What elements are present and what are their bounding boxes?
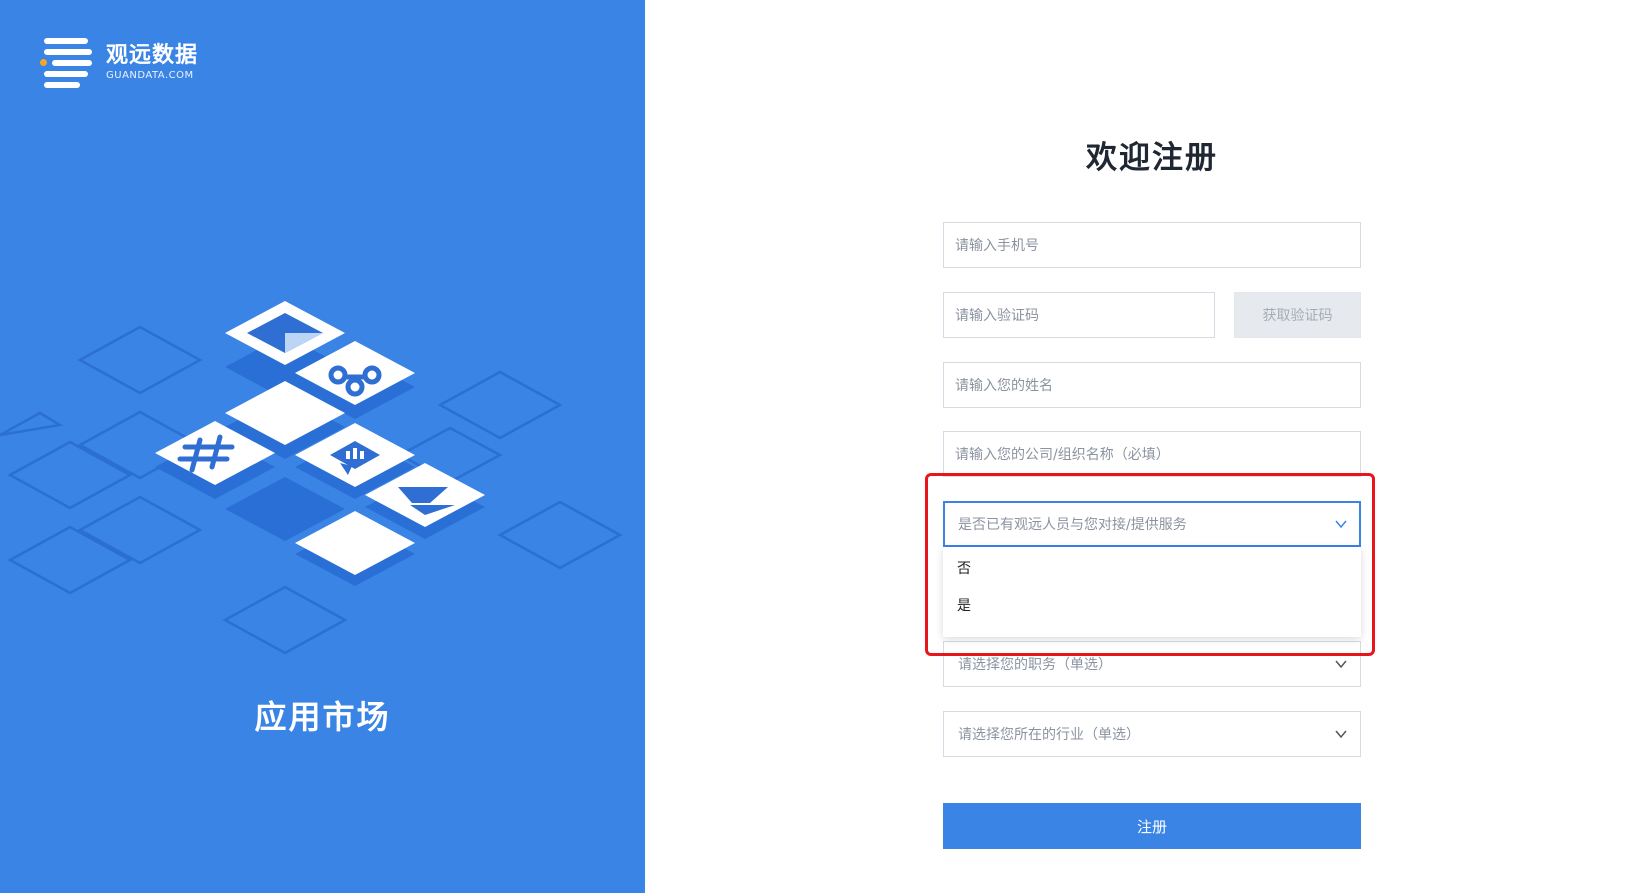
- chevron-down-icon: [1335, 660, 1347, 669]
- dropdown-option-yes[interactable]: 是: [943, 588, 1361, 625]
- dropdown-option-no[interactable]: 否: [943, 551, 1361, 588]
- company-input-placeholder: 请输入您的公司/组织名称（必填）: [955, 447, 1170, 463]
- brand-logo: 观远数据 GUANDATA.COM: [40, 36, 198, 88]
- brand-name: 观远数据: [106, 42, 199, 68]
- contact-select-placeholder: 是否已有观远人员与您对接/提供服务: [958, 517, 1187, 533]
- industry-select[interactable]: 请选择您所在的行业（单选）: [943, 711, 1361, 757]
- register-button[interactable]: 注册: [943, 803, 1361, 849]
- chevron-down-icon: [1335, 730, 1347, 739]
- company-input[interactable]: 请输入您的公司/组织名称（必填）: [943, 431, 1361, 477]
- verification-code-input[interactable]: 请输入验证码: [943, 292, 1215, 338]
- position-select[interactable]: 请选择您的职务（单选）: [943, 641, 1361, 687]
- form-title: 欢迎注册: [1086, 140, 1218, 176]
- registration-page: 观远数据 GUANDATA.COM 应用市场 欢迎注册 请输入手机号 请输入验证…: [0, 0, 1652, 893]
- contact-select-dropdown: 否 是: [943, 547, 1361, 637]
- name-input-placeholder: 请输入您的姓名: [955, 378, 1053, 394]
- phone-input[interactable]: 请输入手机号: [943, 222, 1361, 268]
- verification-code-placeholder: 请输入验证码: [955, 308, 1039, 324]
- app-market-title: 应用市场: [254, 698, 391, 736]
- phone-input-placeholder: 请输入手机号: [955, 238, 1039, 254]
- contact-select[interactable]: 是否已有观远人员与您对接/提供服务: [943, 501, 1361, 547]
- industry-select-placeholder: 请选择您所在的行业（单选）: [958, 727, 1140, 743]
- app-market-illustration: [0, 301, 623, 655]
- position-select-placeholder: 请选择您的职务（单选）: [958, 657, 1112, 673]
- get-code-button[interactable]: 获取验证码: [1234, 292, 1361, 338]
- logo-icon: [40, 36, 92, 88]
- chevron-down-icon: [1335, 520, 1347, 529]
- brand-domain: GUANDATA.COM: [106, 69, 194, 81]
- name-input[interactable]: 请输入您的姓名: [943, 362, 1361, 408]
- left-panel: 观远数据 GUANDATA.COM 应用市场: [0, 0, 645, 893]
